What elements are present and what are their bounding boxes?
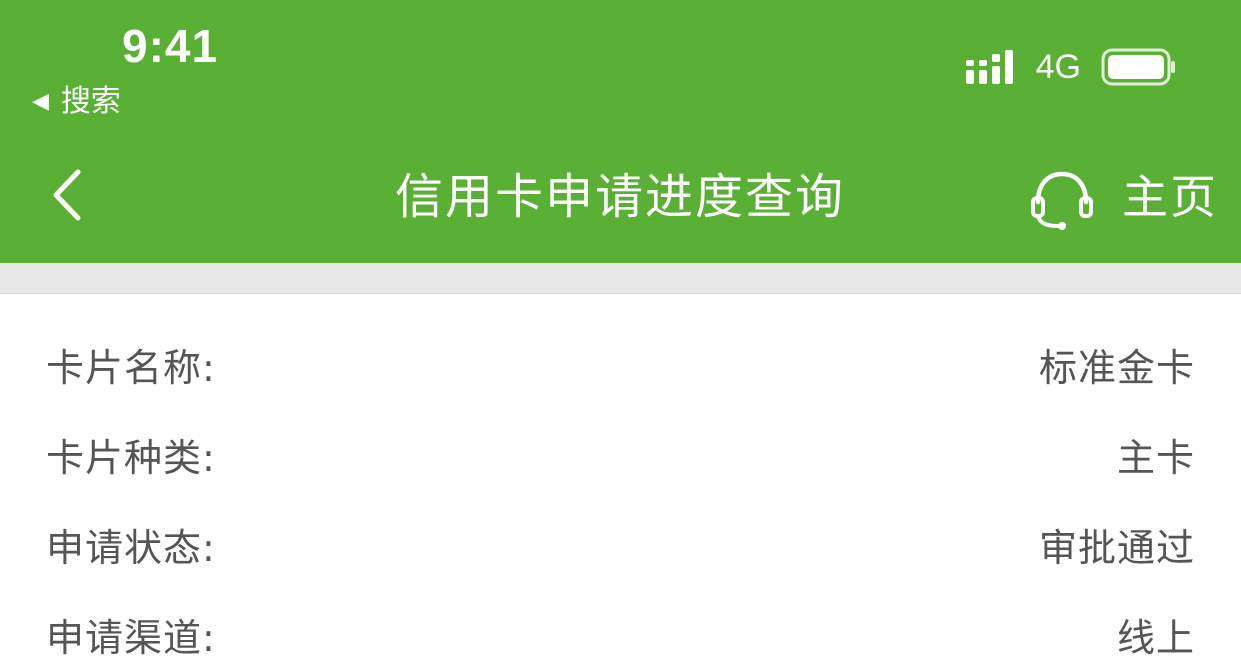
back-triangle-icon: ◀	[32, 89, 49, 114]
detail-value: 审批通过	[1038, 526, 1195, 570]
header-bar: 9:41 ◀ 搜索 4G 信用卡申请进度查询 主页	[0, 0, 1241, 263]
detail-label: 申请状态:	[46, 526, 216, 570]
app-screen: 9:41 ◀ 搜索 4G 信用卡申请进度查询 主页 卡片名称: 标准金卡 卡片种…	[0, 0, 1241, 667]
status-indicators: 4G	[965, 46, 1177, 88]
detail-row-application-status: 申请状态: 审批通过	[0, 504, 1241, 594]
detail-row-card-type: 卡片种类: 主卡	[0, 414, 1241, 504]
back-to-app-label: 搜索	[60, 84, 121, 119]
page-title: 信用卡申请进度查询	[394, 169, 845, 225]
detail-value: 线上	[1116, 616, 1195, 660]
detail-label: 申请渠道:	[46, 616, 216, 660]
detail-value: 标准金卡	[1038, 346, 1195, 390]
home-button[interactable]: 主页	[1122, 166, 1218, 228]
detail-row-application-channel: 申请渠道: 线上	[0, 594, 1241, 667]
back-to-search-app-link[interactable]: ◀ 搜索	[32, 82, 121, 122]
network-type-label: 4G	[1035, 48, 1081, 86]
detail-value: 主卡	[1116, 436, 1195, 480]
status-time: 9:41	[122, 20, 219, 72]
section-divider	[0, 263, 1241, 294]
cellular-signal-icon	[965, 50, 1013, 84]
application-details-list: 卡片名称: 标准金卡 卡片种类: 主卡 申请状态: 审批通过 申请渠道: 线上	[0, 324, 1241, 667]
detail-label: 卡片种类:	[46, 436, 216, 480]
battery-icon	[1101, 48, 1175, 86]
detail-row-card-name: 卡片名称: 标准金卡	[0, 324, 1241, 414]
back-chevron-icon[interactable]	[46, 164, 90, 226]
customer-service-headset-icon[interactable]	[1028, 166, 1096, 232]
detail-label: 卡片名称:	[46, 346, 216, 390]
